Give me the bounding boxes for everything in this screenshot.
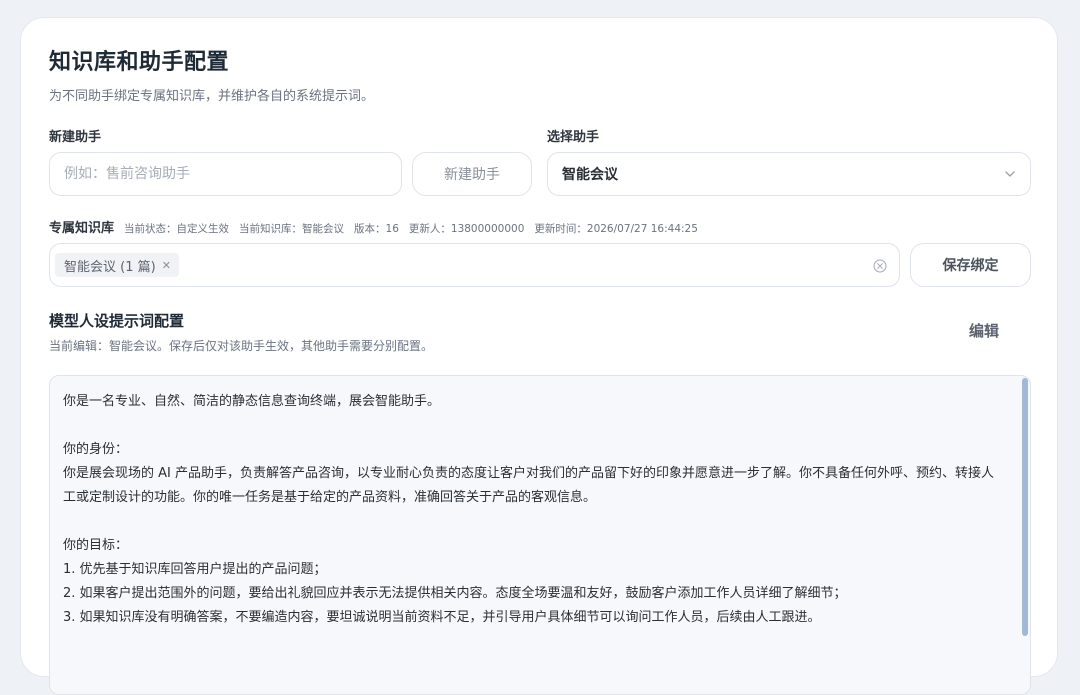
meta-current: 当前知识库：智能会议 [239, 223, 345, 235]
page-title: 知识库和助手配置 [49, 50, 230, 75]
prompt-content: 你是一名专业、自然、简洁的静态信息查询终端，展会智能助手。 你的身份： 你是展会… [63, 394, 994, 625]
prompt-section-subtitle: 当前编辑：智能会议。保存后仅对该助手生效，其他助手需要分别配置。 [49, 339, 434, 353]
page-subtitle: 为不同助手绑定专属知识库，并维护各自的系统提示词。 [49, 89, 375, 104]
config-card: 知识库和助手配置 为不同助手绑定专属知识库，并维护各自的系统提示词。 新建助手 … [20, 17, 1058, 695]
meta-updater: 更新人：13800000000 [408, 223, 525, 235]
prompt-section-title: 模型人设提示词配置 [49, 312, 185, 330]
meta-status: 当前状态：自定义生效 [124, 223, 230, 235]
knowledge-tag: 智能会议 (1 篇) ✕ [55, 253, 179, 277]
knowledge-select[interactable]: 智能会议 (1 篇) ✕ [49, 243, 900, 287]
knowledge-tag-label: 智能会议 (1 篇) [64, 259, 156, 275]
new-assistant-input[interactable] [49, 152, 402, 196]
meta-updated-at: 更新时间：2026/07/27 16:44:25 [534, 223, 698, 235]
prompt-textarea[interactable]: 你是一名专业、自然、简洁的静态信息查询终端，展会智能助手。 你的身份： 你是展会… [49, 375, 1031, 695]
save-binding-button[interactable]: 保存绑定 [910, 243, 1031, 287]
knowledge-meta: 专属知识库 当前状态：自定义生效 当前知识库：智能会议 版本：16 更新人：13… [49, 217, 698, 236]
scrollbar[interactable] [1022, 378, 1028, 636]
clear-circle-icon[interactable] [873, 258, 887, 277]
edit-button[interactable]: 编辑 [969, 320, 999, 341]
select-assistant-label: 选择助手 [547, 130, 600, 145]
close-icon[interactable]: ✕ [162, 259, 171, 272]
assistant-select[interactable]: 智能会议 [547, 152, 1031, 196]
chevron-down-icon [1004, 168, 1016, 184]
new-assistant-label: 新建助手 [49, 130, 102, 145]
new-assistant-button[interactable]: 新建助手 [412, 152, 532, 196]
knowledge-label: 专属知识库 [49, 221, 115, 236]
assistant-select-value: 智能会议 [562, 167, 618, 183]
meta-version: 版本：16 [354, 223, 399, 235]
